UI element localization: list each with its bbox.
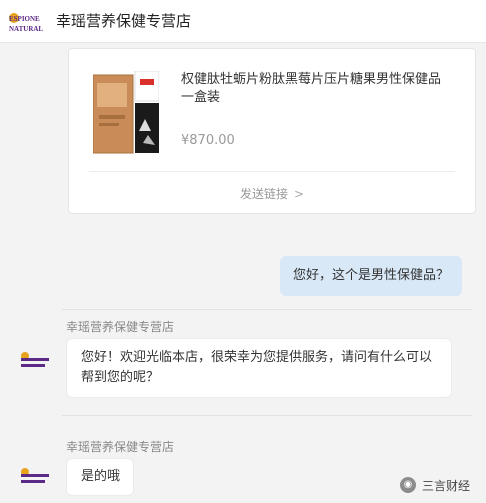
product-name: 权健肽牡蛎片粉肽黑莓片压片糖果男性保健品 一盒装 (181, 72, 442, 105)
product-price: ¥870.00 (181, 133, 235, 148)
chevron-right-icon: > (293, 187, 305, 201)
product-image (93, 71, 159, 154)
watermark-text: 三言财经 (422, 478, 471, 493)
chat-header: ESPIONE NATURAL 幸瑶营养保健专营店 (0, 0, 486, 43)
product-card[interactable]: 权健肽牡蛎片粉肽黑莓片压片糖果男性保健品 一盒装 ¥870.00 发送链接 > (68, 48, 476, 214)
shop-message-bubble: 是的哦 (66, 458, 134, 496)
send-link-button[interactable]: 发送链接 > (69, 185, 475, 202)
shop-title: 幸瑶营养保健专营店 (56, 12, 192, 30)
shop-logo: ESPIONE NATURAL (9, 13, 43, 33)
message-divider (62, 415, 472, 416)
shop-message-text: 您好！欢迎光临本店，很荣幸为您提供服务，请问有什么可以帮到您的呢？ (81, 350, 433, 385)
logo-bottom-text: NATURAL (9, 25, 43, 33)
user-message-bubble: 您好，这个是男性保健品？ (280, 256, 462, 296)
message-divider (62, 309, 472, 310)
shop-message-bubble: 您好！欢迎光临本店，很荣幸为您提供服务，请问有什么可以帮到您的呢？ (66, 338, 452, 398)
sender-name: 幸瑶营养保健专营店 (66, 320, 175, 334)
wechat-icon: ◉ (400, 477, 416, 493)
card-divider (89, 171, 455, 172)
shop-avatar[interactable] (18, 346, 52, 372)
watermark: ◉ 三言财经 (400, 474, 470, 496)
shop-message-text: 是的哦 (81, 469, 121, 484)
send-link-label: 发送链接 (239, 187, 288, 201)
sender-name: 幸瑶营养保健专营店 (66, 440, 175, 454)
logo-top-text: ESPIONE (9, 15, 40, 23)
shop-avatar[interactable] (18, 462, 52, 488)
